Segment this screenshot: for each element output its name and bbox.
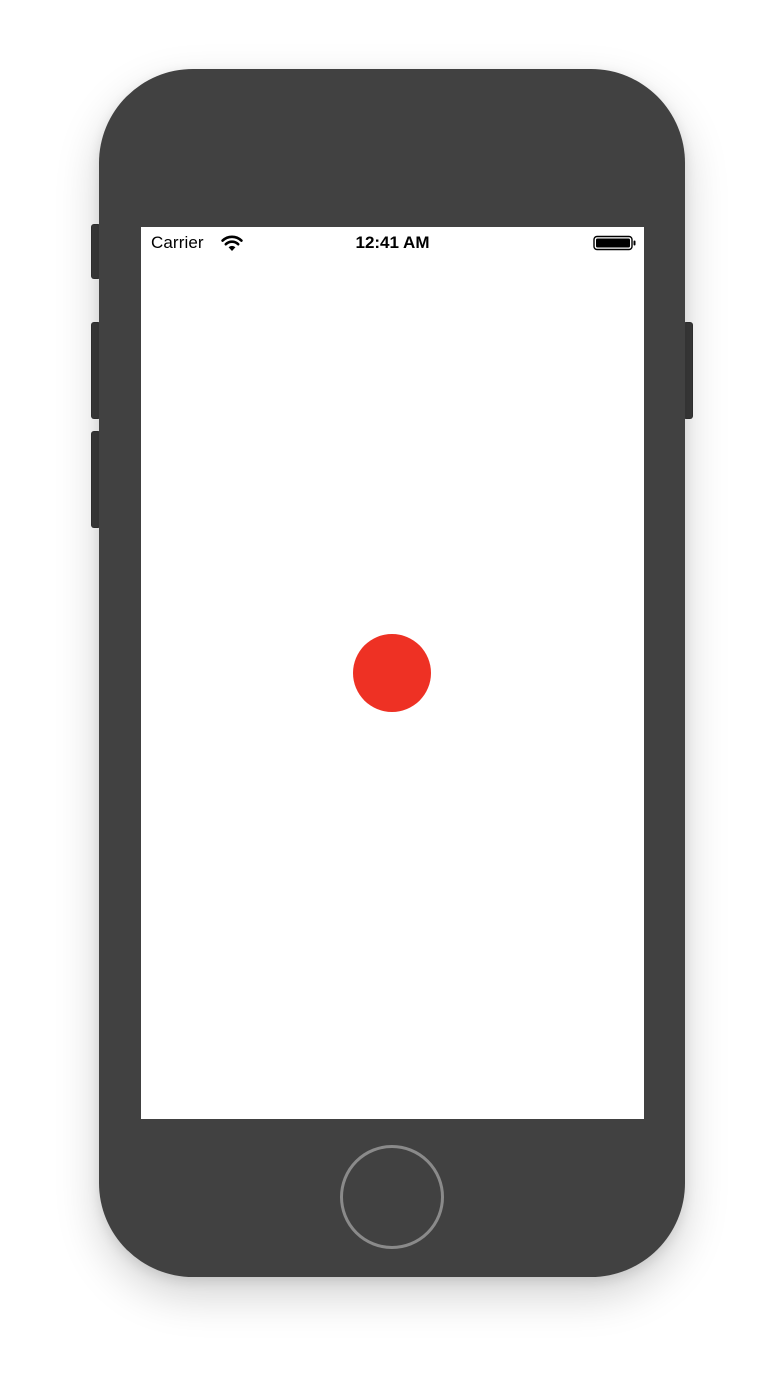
status-time: 12:41 AM xyxy=(355,233,430,252)
battery-icon xyxy=(593,235,636,251)
simulator-window: Carrier 12:41 AM xyxy=(0,0,784,1378)
home-button[interactable] xyxy=(340,1145,444,1249)
red-circle[interactable] xyxy=(353,634,431,712)
status-bar: Carrier 12:41 AM xyxy=(141,227,644,259)
device-screen[interactable]: Carrier 12:41 AM xyxy=(141,227,644,1119)
